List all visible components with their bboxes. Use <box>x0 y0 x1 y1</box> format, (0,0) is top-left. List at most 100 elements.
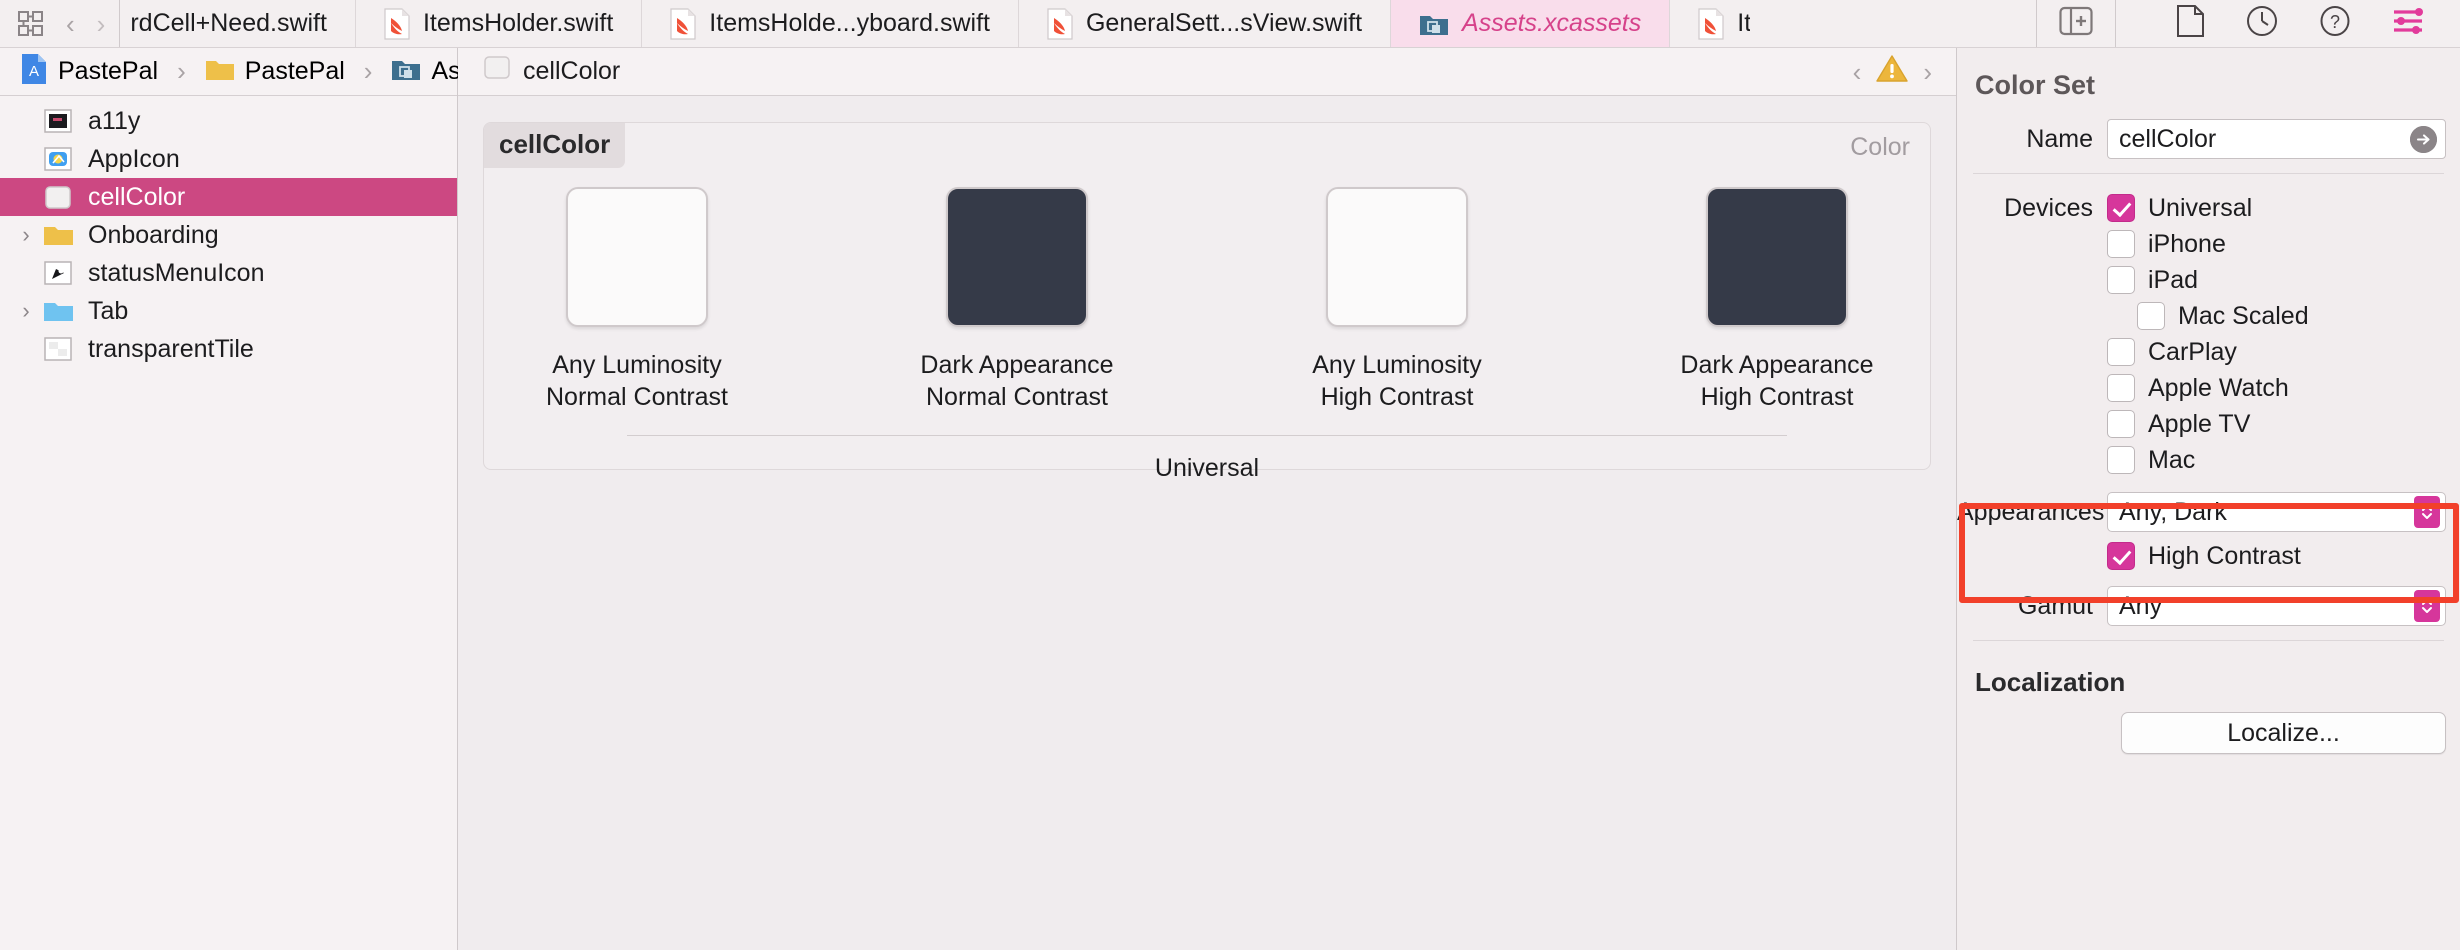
breadcrumb-separator: › <box>363 56 373 86</box>
group-label: Universal <box>1154 454 1260 482</box>
checkbox-ipad[interactable] <box>2107 266 2135 294</box>
tab-item[interactable]: Ite <box>1670 0 1751 47</box>
imageset-icon <box>42 257 74 289</box>
checkbox-universal[interactable] <box>2107 194 2135 222</box>
issue-navigation: ‹ › <box>1853 54 1938 89</box>
checkbox-apple-tv[interactable] <box>2107 410 2135 438</box>
gamut-row: Gamut Any <box>1957 586 2460 626</box>
appearances-popup[interactable]: Any, Dark <box>2107 492 2446 532</box>
checkbox-label: iPhone <box>2148 229 2226 258</box>
checkbox-high-contrast[interactable] <box>2107 542 2135 570</box>
asset-row-appicon[interactable]: › AppIcon <box>0 140 457 178</box>
checkbox-mac[interactable] <box>2107 446 2135 474</box>
tab-item[interactable]: rdCell+Need.swift <box>120 0 356 47</box>
yellow-folder-icon <box>205 57 235 87</box>
devices-row-apple-watch: Apple Watch <box>1957 370 2460 406</box>
chevron-updown-icon[interactable] <box>2414 590 2440 622</box>
assets-navigator: A PastePal › PastePal › a11y AppIcon cel… <box>0 48 611 950</box>
attributes-inspector: Color Set Name cellColor Devices Univers… <box>1956 48 2460 950</box>
asset-row-onboarding[interactable]: › Onboarding <box>0 216 457 254</box>
tab-item-active[interactable]: Assets.xcassets <box>1391 0 1671 47</box>
colorset-card[interactable]: cellColor Color Any Luminosity Normal Co… <box>483 122 1931 482</box>
tab-item[interactable]: ItemsHolder.swift <box>355 0 643 47</box>
name-input-value: cellColor <box>2119 124 2217 153</box>
warning-triangle-icon[interactable] <box>1875 54 1909 89</box>
name-input[interactable]: cellColor <box>2107 119 2446 159</box>
breadcrumb-label-current[interactable]: cellColor <box>523 57 620 86</box>
swift-file-icon <box>1698 7 1724 40</box>
inspector-divider <box>1973 173 2444 174</box>
appearances-value: Any, Dark <box>2119 497 2227 526</box>
color-swatch[interactable] <box>1706 187 1848 327</box>
devices-row-ipad: iPad <box>1957 262 2460 298</box>
breadcrumb-label[interactable]: PastePal <box>58 57 158 86</box>
breadcrumb-label[interactable]: PastePal <box>245 57 345 86</box>
checkbox-label: CarPlay <box>2148 337 2237 366</box>
asset-row-transparenttile[interactable]: › transparentTile <box>0 330 457 368</box>
chevron-updown-icon[interactable] <box>2414 496 2440 528</box>
asset-label: Tab <box>88 296 129 325</box>
asset-row-cellcolor[interactable]: › cellColor <box>0 178 457 216</box>
appicon-icon <box>42 143 74 175</box>
navigate-back-button[interactable]: ‹ <box>66 11 75 37</box>
breadcrumb: cellColor <box>482 55 620 88</box>
swatch-label: Dark Appearance Normal Contrast <box>920 349 1113 413</box>
swatch-label-line2: High Contrast <box>1320 383 1474 411</box>
swatch-label: Any Luminosity Normal Contrast <box>546 349 728 413</box>
checkbox-carplay[interactable] <box>2107 338 2135 366</box>
asset-row-a11y[interactable]: › a11y <box>0 102 457 140</box>
checkbox-mac-scaled[interactable] <box>2137 302 2165 330</box>
tab-item[interactable]: GeneralSett...sView.swift <box>1018 0 1392 47</box>
tab-label: ItemsHolde...yboard.swift <box>709 9 990 37</box>
gamut-label: Gamut <box>2017 591 2093 620</box>
swatch-label-line1: Dark Appearance <box>1680 351 1874 379</box>
xcode-project-icon: A <box>20 53 48 90</box>
localize-button[interactable]: Localize... <box>2121 712 2446 754</box>
disclosure-triangle-icon[interactable]: › <box>10 222 42 248</box>
gamut-popup[interactable]: Any <box>2107 586 2446 626</box>
asset-label: Onboarding <box>88 220 219 249</box>
attributes-inspector-icon[interactable] <box>2392 6 2426 41</box>
history-inspector-icon[interactable] <box>2246 5 2278 42</box>
asset-row-tab[interactable]: › Tab <box>0 292 457 330</box>
previous-issue-button[interactable]: ‹ <box>1853 59 1862 85</box>
svg-text:?: ? <box>2330 12 2340 32</box>
add-editor-icon[interactable] <box>2059 6 2093 41</box>
tab-label: GeneralSett...sView.swift <box>1085 9 1363 37</box>
appearances-label: Appearances <box>1957 497 2105 526</box>
tab-bar-left-controls: ‹ › <box>0 0 121 47</box>
swatch-label-line2: Normal Contrast <box>546 383 728 411</box>
swatch-item: Any Luminosity High Contrast <box>1282 187 1512 413</box>
checkbox-apple-watch[interactable] <box>2107 374 2135 402</box>
tab-item[interactable]: ItemsHolde...yboard.swift <box>642 0 1019 47</box>
high-contrast-row: High Contrast <box>1957 538 2460 574</box>
color-swatch[interactable] <box>566 187 708 327</box>
color-swatch[interactable] <box>1326 187 1468 327</box>
checkbox-label: Universal <box>2148 193 2253 222</box>
reveal-arrow-icon[interactable] <box>2410 125 2437 153</box>
file-inspector-icon[interactable] <box>2176 5 2204 42</box>
asset-row-statusmenuicon[interactable]: › statusMenuIcon <box>0 254 457 292</box>
grid-icon[interactable] <box>18 10 44 37</box>
disclosure-triangle-icon[interactable]: › <box>10 298 42 324</box>
color-swatch[interactable] <box>946 187 1088 327</box>
card-title: cellColor <box>484 123 626 168</box>
asset-label: a11y <box>88 106 141 135</box>
asset-label: cellColor <box>88 182 186 211</box>
swatch-item: Dark Appearance Normal Contrast <box>902 187 1132 413</box>
navigate-forward-button[interactable]: › <box>97 11 106 37</box>
asset-canvas: cellColor Color Any Luminosity Normal Co… <box>458 96 1956 950</box>
next-issue-button[interactable]: › <box>1923 59 1932 85</box>
swatch-label-line1: Dark Appearance <box>920 351 1114 379</box>
quick-help-inspector-icon[interactable]: ? <box>2320 5 2350 42</box>
swatch-label-line2: Normal Contrast <box>926 383 1108 411</box>
devices-row-iphone: iPhone <box>1957 226 2460 262</box>
checkbox-iphone[interactable] <box>2107 230 2135 258</box>
swatch-label-line1: Any Luminosity <box>552 351 722 379</box>
checkbox-label: Apple TV <box>2148 409 2251 438</box>
name-label: Name <box>2026 124 2093 153</box>
asset-label: transparentTile <box>88 334 254 363</box>
group-divider <box>627 435 1787 436</box>
tab-label: ItemsHolder.swift <box>422 9 614 37</box>
checkbox-label: Apple Watch <box>2148 373 2289 402</box>
